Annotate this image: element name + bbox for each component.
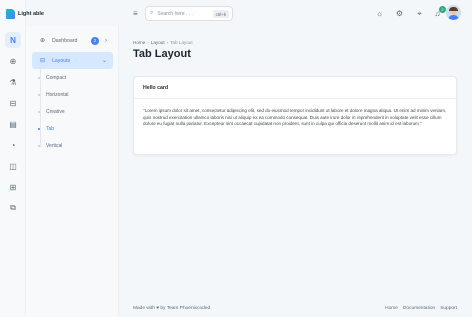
count-badge: 2 [91,36,99,45]
bullet-icon [38,77,40,79]
rail-item-components[interactable]: ▤ [5,116,21,132]
notification-badge: 2 [439,6,446,13]
topbar: ≡ ⌕ Search here . . . ctrl+k ☼ ⚙ ⌖ ♫ 2 [120,0,472,28]
brand-name: Light able [18,11,44,17]
rail-item-widgets[interactable]: ⚗ [5,74,21,90]
bullet-icon [38,111,40,113]
sidebar-item-label: Dashboard [52,37,78,44]
chevron-down-icon: ⌄ [101,58,107,64]
rail-item-pages[interactable]: ⧉ [5,200,21,216]
page-title: Tab Layout [133,48,191,60]
settings-icon[interactable]: ⚙ [394,8,405,19]
dashboard-icon: ⊕ [9,56,17,66]
footer-links: Home Documentation Support [385,306,457,311]
sidebar-subitem-label: Creative [46,109,65,115]
sidebar-subitem-compact[interactable]: Compact [38,75,66,81]
rail-item-layouts[interactable]: ⊟ [5,95,21,111]
card-body: "Lorem ipsum dolor sit amet, consectetur… [143,108,447,126]
breadcrumb-separator: › [166,40,169,45]
sidebar-subitem-label: Tab [46,126,55,132]
breadcrumb-current: Tab Layout [170,40,193,45]
brand-logo[interactable] [6,8,18,20]
sidebar-item-label: Layouts [52,57,71,64]
chevron-right-icon: › [105,37,107,44]
footer-link-documentation[interactable]: Documentation [403,306,435,311]
bullet-icon [38,145,40,147]
rail-item-forms[interactable]: ◫ [5,158,21,174]
layouts-icon: ⊟ [9,98,17,108]
sun-icon[interactable]: ☼ [374,8,385,19]
dashboard-icon: ⊕ [39,38,46,44]
widgets-icon: ⚗ [9,77,17,87]
breadcrumb-separator: › [147,40,149,45]
breadcrumb-parent[interactable]: Layout [151,40,165,45]
breadcrumb-home[interactable]: Home [133,40,145,45]
sidebar-subitem-label: Compact [46,75,67,81]
search-input[interactable]: ⌕ Search here . . . ctrl+k [145,6,233,21]
tables-icon: ⊞ [9,182,17,192]
hello-card: Hello card "Lorem ipsum dolor sit amet, … [133,76,457,155]
sidebar-subitem-label: Horizontal [46,92,69,98]
chart-icon: ◔ [10,140,16,150]
sidebar-subitem-creative[interactable]: Creative [38,109,65,115]
footer-link-support[interactable]: Support [440,306,457,311]
sidebar-item-layouts[interactable]: ⊟ Layouts ⌄ [32,52,113,69]
search-icon: ⌕ [150,10,154,16]
bell-button[interactable]: ♫ 2 [432,6,446,19]
footer-link-home[interactable]: Home [385,306,398,311]
avatar[interactable] [446,5,461,20]
rail-item-dashboard[interactable]: ⊕ [5,53,21,69]
search-placeholder: Search here . . . [157,10,193,17]
bullet-icon [38,94,40,96]
sidebar-subitem-vertical[interactable]: Vertical [38,143,62,149]
breadcrumb: Home › Layout › Tab Layout [133,40,193,45]
pages-icon: ⧉ [10,203,16,212]
sidebar-item-dashboard[interactable]: ⊕ Dashboard 2 › [32,32,113,49]
shortcut-badge: ctrl+k [212,10,229,18]
components-icon: ▤ [9,119,17,129]
rail-item-charts[interactable]: ◔ [5,137,21,153]
card-title: Hello card [134,77,456,99]
home-icon: N [10,35,16,45]
sidebar-subitem-horizontal[interactable]: Horizontal [38,92,69,98]
sidebar-subitem-tab[interactable]: Tab [38,126,54,132]
layouts-icon: ⊟ [39,58,46,64]
logo-icon [6,9,15,19]
rail-item-home[interactable]: N [5,32,21,48]
sidebar-subitem-label: Vertical [46,143,63,149]
footer-credit: Made with ♥ by Team Phoenixcoded [133,306,211,311]
bullet-icon [38,128,40,130]
rail-item-tables[interactable]: ⊞ [5,179,21,195]
icon-rail: N ⊕ ⚗ ⊟ ▤ ◔ ◫ ⊞ ⧉ [0,0,26,317]
menu-icon[interactable]: ≡ [133,9,138,18]
target-icon[interactable]: ⌖ [414,8,425,19]
forms-icon: ◫ [9,161,17,171]
